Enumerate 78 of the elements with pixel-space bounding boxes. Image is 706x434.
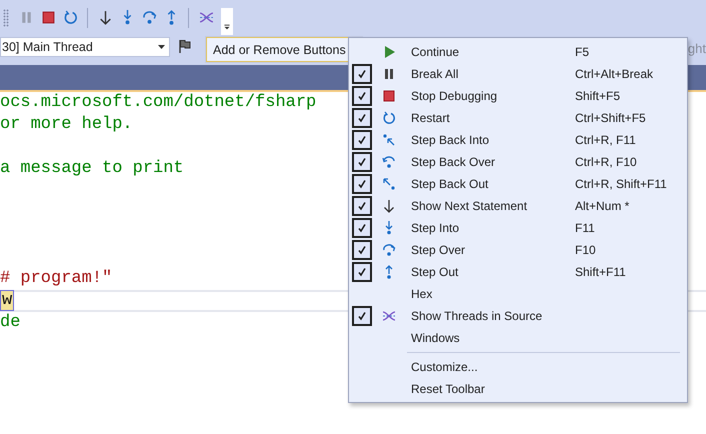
down-arrow-icon[interactable] xyxy=(98,10,112,25)
shortcut-text: Alt+Num * xyxy=(575,199,630,213)
menu-item[interactable]: Continue xyxy=(411,45,575,59)
checkmark-icon xyxy=(357,245,367,255)
step-back-over-icon xyxy=(382,155,396,169)
menu-item[interactable]: Step Into xyxy=(411,221,575,235)
shortcut-text: F5 xyxy=(575,45,590,59)
checkbox[interactable] xyxy=(352,108,372,128)
pause-icon xyxy=(382,67,396,81)
step-over-icon[interactable] xyxy=(142,10,156,25)
menu-item[interactable]: Show Next Statement xyxy=(411,199,575,213)
checkmark-icon xyxy=(357,223,367,233)
threads-icon[interactable] xyxy=(198,10,214,25)
checkbox[interactable] xyxy=(352,64,372,84)
menu-item[interactable]: Stop Debugging xyxy=(411,89,575,103)
checkmark-icon xyxy=(357,201,367,211)
shortcut-text: Ctrl+R, F11 xyxy=(575,133,637,147)
play-icon xyxy=(382,45,396,59)
checkbox[interactable] xyxy=(352,152,372,172)
restart-icon xyxy=(382,111,396,125)
menu-item[interactable]: Restart xyxy=(411,111,575,125)
checkmark-icon xyxy=(357,157,367,167)
code-string: # program!" xyxy=(0,269,112,288)
checkbox[interactable] xyxy=(352,218,372,238)
menu-item[interactable]: Show Threads in Source xyxy=(411,309,575,323)
toolbar-gripper[interactable] xyxy=(3,8,9,26)
shortcut-text: F11 xyxy=(575,221,596,235)
stop-icon[interactable] xyxy=(40,10,56,25)
shortcut-text: Shift+F11 xyxy=(575,265,627,279)
shortcut-text: F10 xyxy=(575,243,597,257)
highlighted-code: w xyxy=(0,290,14,311)
menu-item[interactable]: Hex xyxy=(411,287,575,301)
shortcut-text: Ctrl+R, Shift+F11 xyxy=(575,177,668,191)
thread-dropdown[interactable]: 30] Main Thread xyxy=(0,37,170,57)
menu-item[interactable]: Step Back Out xyxy=(411,177,575,191)
code-comment: or more help. xyxy=(0,115,133,134)
shortcut-text: Ctrl+R, F10 xyxy=(575,155,638,169)
checkmark-icon xyxy=(357,267,367,277)
step-over-icon xyxy=(382,243,396,257)
shortcut-text: Shift+F5 xyxy=(575,89,622,103)
menu-item[interactable]: Step Back Into xyxy=(411,133,575,147)
shortcut-text: Ctrl+Shift+F5 xyxy=(575,111,647,125)
checkmark-icon xyxy=(357,135,367,145)
menu-item[interactable]: Step Out xyxy=(411,265,575,279)
checkmark-icon xyxy=(357,91,367,101)
restart-icon[interactable] xyxy=(62,10,78,25)
code-comment: de xyxy=(0,313,20,332)
checkbox[interactable] xyxy=(352,240,372,260)
flag-icon[interactable] xyxy=(178,39,192,54)
menu-item[interactable]: Break All xyxy=(411,67,575,81)
shortcut-text: Ctrl+Alt+Break xyxy=(575,67,654,81)
checkbox[interactable] xyxy=(352,130,372,150)
toolbar-overflow-button[interactable] xyxy=(221,8,233,35)
checkbox[interactable] xyxy=(352,86,372,106)
menu-item[interactable]: Windows xyxy=(411,331,575,345)
checkmark-icon xyxy=(357,311,367,321)
code-comment: ocs.microsoft.com/dotnet/fsharp xyxy=(0,93,316,112)
code-comment: a message to print xyxy=(0,159,184,178)
step-back-into-icon xyxy=(382,133,396,147)
caret-icon xyxy=(158,45,165,49)
thread-name: 30] Main Thread xyxy=(2,40,93,54)
checkmark-icon xyxy=(357,113,367,123)
menu-item[interactable]: Customize... xyxy=(411,360,478,374)
menu-item[interactable]: Reset Toolbar xyxy=(411,382,485,396)
add-remove-buttons-button[interactable]: Add or Remove Buttons xyxy=(206,37,362,62)
checkbox[interactable] xyxy=(352,262,372,282)
checkbox[interactable] xyxy=(352,174,372,194)
menu-item[interactable]: Step Back Over xyxy=(411,155,575,169)
checkmark-icon xyxy=(357,69,367,79)
stop-icon xyxy=(382,89,396,103)
down-arrow-icon xyxy=(382,199,396,213)
menu-item[interactable]: Step Over xyxy=(411,243,575,257)
checkbox[interactable] xyxy=(352,306,372,326)
threads-icon xyxy=(382,309,396,323)
checkbox[interactable] xyxy=(352,196,372,216)
toolbar-label: ght xyxy=(688,41,706,56)
checkmark-icon xyxy=(357,179,367,189)
step-back-out-icon xyxy=(382,177,396,191)
